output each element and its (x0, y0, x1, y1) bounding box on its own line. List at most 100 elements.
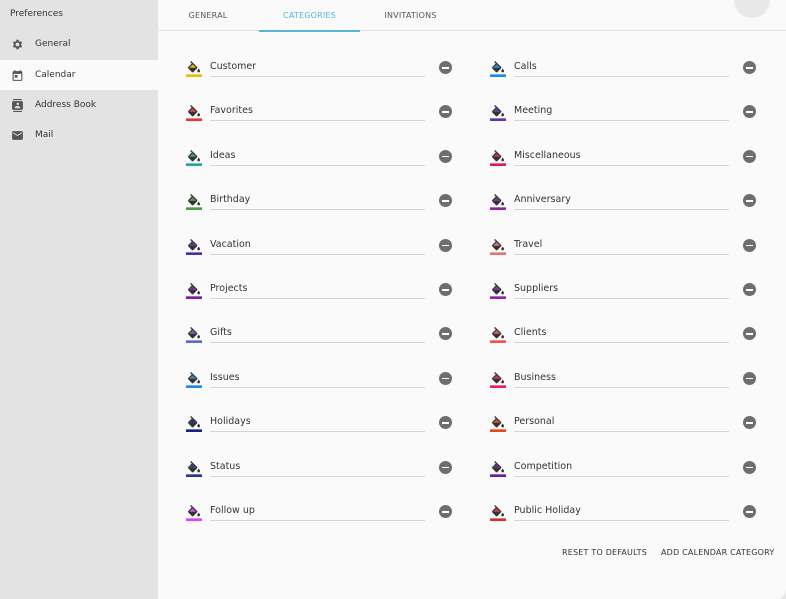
tab-categories[interactable]: CATEGORIES (259, 0, 360, 32)
paint-bucket-icon[interactable] (186, 149, 202, 166)
main-panel: GENERAL CATEGORIES INVITATIONS Customer C… (158, 0, 786, 599)
remove-category-icon[interactable] (743, 149, 756, 163)
add-calendar-category-button[interactable]: ADD CALENDAR CATEGORY (661, 548, 775, 557)
remove-category-icon[interactable] (439, 371, 452, 385)
remove-category-icon[interactable] (439, 105, 452, 119)
tab-general[interactable]: GENERAL (158, 0, 258, 31)
tab-invitations[interactable]: INVITATIONS (360, 0, 461, 31)
category-row: Status (186, 460, 454, 480)
category-row: Miscellaneous (490, 149, 758, 169)
remove-category-icon[interactable] (439, 238, 452, 252)
category-row: Public Holiday (490, 504, 758, 524)
category-row: Anniversary (490, 193, 758, 213)
category-row: Customer (186, 60, 454, 80)
category-name-field[interactable]: Gifts (210, 326, 425, 344)
remove-category-icon[interactable] (743, 61, 756, 74)
category-name-field[interactable]: Favorites (210, 104, 425, 122)
sidebar-item-address-book[interactable]: Address Book (0, 90, 158, 120)
category-name-field[interactable]: Holidays (210, 415, 425, 433)
remove-category-icon[interactable] (743, 194, 756, 208)
category-name-field[interactable]: Business (514, 371, 729, 388)
reset-to-defaults-button[interactable]: RESET TO DEFAULTS (562, 548, 647, 557)
remove-category-icon[interactable] (743, 283, 756, 296)
category-name-field[interactable]: Competition (514, 460, 729, 477)
remove-category-icon[interactable] (743, 460, 756, 474)
paint-bucket-icon[interactable] (490, 149, 506, 166)
category-row: Calls (490, 60, 758, 80)
remove-category-icon[interactable] (743, 238, 756, 252)
paint-bucket-icon[interactable] (186, 105, 202, 122)
remove-category-icon[interactable] (439, 327, 452, 341)
category-name-field[interactable]: Projects (210, 282, 425, 299)
remove-category-icon[interactable] (439, 416, 452, 430)
category-name-field[interactable]: Customer (210, 60, 425, 77)
category-name-field[interactable]: Meeting (514, 104, 729, 122)
category-name-field[interactable]: Birthday (210, 193, 425, 211)
paint-bucket-icon[interactable] (186, 416, 202, 433)
sidebar-item-general[interactable]: General (0, 29, 158, 59)
remove-category-icon[interactable] (743, 371, 756, 385)
paint-bucket-icon[interactable] (186, 505, 202, 521)
remove-category-icon[interactable] (439, 61, 452, 74)
paint-bucket-icon[interactable] (490, 371, 506, 388)
category-row: Clients (490, 326, 758, 346)
tab-bar: GENERAL CATEGORIES INVITATIONS (158, 0, 786, 32)
category-row: Vacation (186, 238, 454, 258)
remove-category-icon[interactable] (439, 283, 452, 296)
paint-bucket-icon[interactable] (186, 61, 202, 77)
paint-bucket-icon[interactable] (490, 61, 506, 77)
contact-book-icon (12, 98, 23, 112)
remove-category-icon[interactable] (439, 460, 452, 474)
remove-category-icon[interactable] (743, 416, 756, 430)
sidebar: Preferences General Calendar Address Boo… (0, 0, 158, 599)
remove-category-icon[interactable] (743, 327, 756, 341)
category-row: Travel (490, 238, 758, 258)
sidebar-item-label: General (35, 39, 71, 49)
paint-bucket-icon[interactable] (490, 460, 506, 477)
category-name-field[interactable]: Vacation (210, 238, 425, 255)
category-name-field[interactable]: Issues (210, 371, 425, 388)
category-name-field[interactable]: Anniversary (514, 193, 729, 211)
category-row: Business (490, 371, 758, 391)
category-name-field[interactable]: Travel (514, 238, 729, 255)
category-row: Personal (490, 415, 758, 435)
category-name-field[interactable]: Calls (514, 60, 729, 77)
category-name-field[interactable]: Miscellaneous (514, 149, 729, 166)
paint-bucket-icon[interactable] (490, 194, 506, 211)
category-name-field[interactable]: Suppliers (514, 282, 729, 299)
sidebar-item-calendar[interactable]: Calendar (0, 60, 158, 90)
paint-bucket-icon[interactable] (186, 371, 202, 388)
paint-bucket-icon[interactable] (490, 105, 506, 122)
paint-bucket-icon[interactable] (490, 238, 506, 255)
gear-icon (12, 39, 23, 49)
category-row: Birthday (186, 193, 454, 213)
category-row: Meeting (490, 104, 758, 124)
remove-category-icon[interactable] (743, 505, 756, 518)
paint-bucket-icon[interactable] (186, 238, 202, 255)
paint-bucket-icon[interactable] (490, 505, 506, 521)
sidebar-item-mail[interactable]: Mail (0, 120, 158, 150)
category-name-field[interactable]: Follow up (210, 504, 425, 521)
sidebar-item-label: Calendar (35, 70, 76, 80)
paint-bucket-icon[interactable] (186, 283, 202, 299)
sidebar-item-label: Address Book (35, 100, 97, 110)
category-name-field[interactable]: Status (210, 460, 425, 477)
sidebar-title: Preferences (10, 9, 63, 19)
category-name-field[interactable]: Clients (514, 326, 729, 344)
category-row: Gifts (186, 326, 454, 346)
paint-bucket-icon[interactable] (490, 283, 506, 299)
paint-bucket-icon[interactable] (490, 416, 506, 433)
paint-bucket-icon[interactable] (186, 460, 202, 477)
paint-bucket-icon[interactable] (186, 327, 202, 344)
remove-category-icon[interactable] (439, 149, 452, 163)
remove-category-icon[interactable] (743, 105, 756, 119)
category-name-field[interactable]: Ideas (210, 149, 425, 166)
envelope-icon (12, 130, 23, 140)
category-name-field[interactable]: Public Holiday (514, 504, 729, 521)
remove-category-icon[interactable] (439, 194, 452, 208)
paint-bucket-icon[interactable] (490, 327, 506, 344)
remove-category-icon[interactable] (439, 505, 452, 518)
paint-bucket-icon[interactable] (186, 194, 202, 211)
sidebar-item-label: Mail (35, 130, 54, 140)
category-name-field[interactable]: Personal (514, 415, 729, 433)
